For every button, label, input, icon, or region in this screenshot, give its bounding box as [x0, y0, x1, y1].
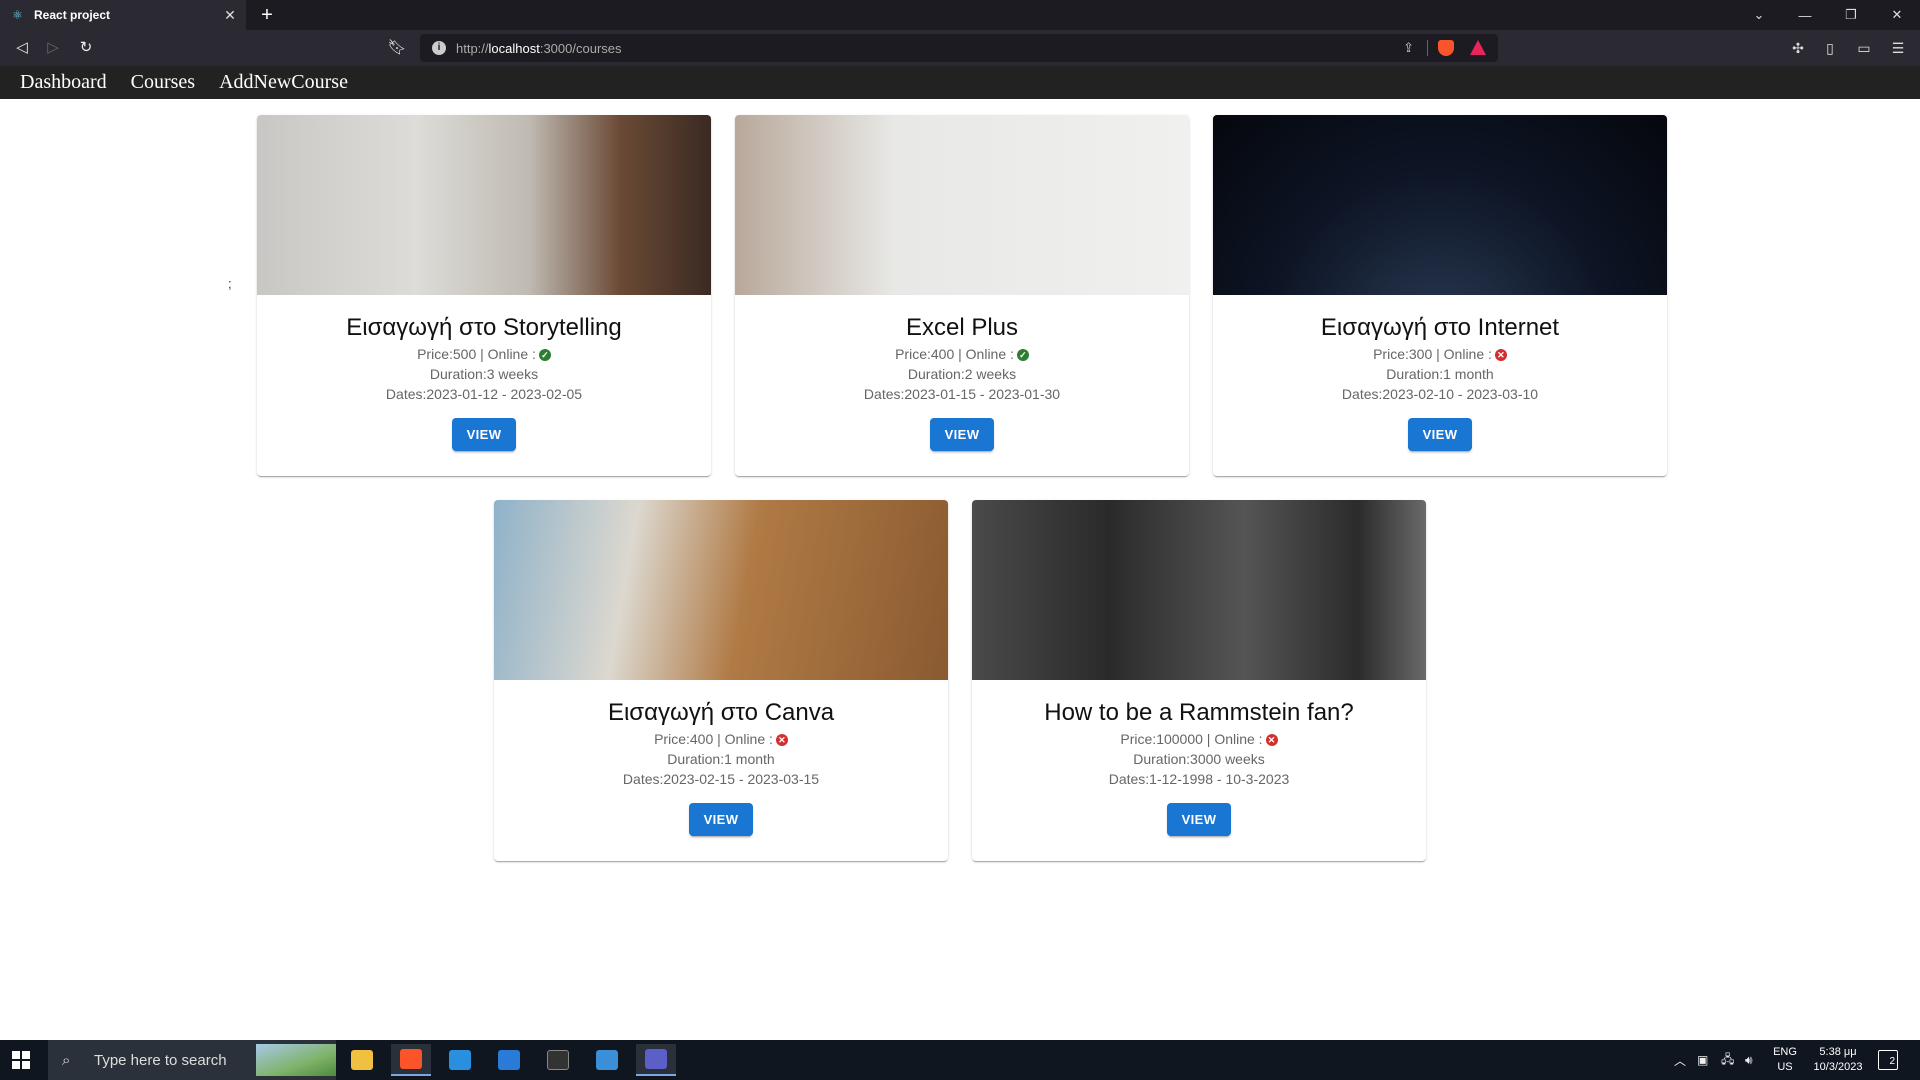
url-scheme: http://: [456, 40, 489, 56]
course-card: How to be a Rammstein fan? Price:100000 …: [972, 500, 1426, 861]
restore-button[interactable]: ❐: [1828, 0, 1874, 30]
back-arrow-icon[interactable]: ◁: [12, 38, 32, 58]
course-duration: Duration:3 weeks: [429, 366, 539, 382]
nav-link-courses[interactable]: Courses: [131, 71, 195, 94]
course-dates: Dates:2023-01-12 - 2023-02-05: [385, 386, 583, 402]
course-duration: Duration:1 month: [667, 751, 775, 767]
file-explorer-icon[interactable]: [342, 1044, 382, 1076]
tab-list-chevron-icon[interactable]: ⌄: [1736, 0, 1782, 30]
url-host: localhost: [488, 40, 540, 56]
reload-icon[interactable]: ↻: [76, 38, 96, 58]
search-placeholder: Type here to search: [94, 1051, 227, 1069]
input-language[interactable]: ENG US: [1771, 1045, 1799, 1075]
check-circle-icon: ✓: [538, 349, 551, 361]
browser-tab-strip: ⚛ React project ✕ + ⌄ — ❐ ✕: [0, 0, 1920, 30]
app-navbar: Dashboard Courses AddNewCourse: [0, 66, 1920, 99]
course-image: [735, 115, 1189, 295]
photos-icon[interactable]: [587, 1044, 627, 1076]
course-dates: Dates:2023-02-10 - 2023-03-10: [1341, 386, 1539, 402]
volume-icon[interactable]: 🔊︎: [1745, 1040, 1753, 1080]
new-tab-button[interactable]: +: [256, 4, 278, 26]
taskbar-clock[interactable]: 5:38 μμ 10/3/2023: [1803, 1045, 1873, 1075]
windows-taskbar: ⌕ Type here to search ︿ ▣ 🖧︎ 🔊︎ ENG US 5:…: [0, 1040, 1920, 1080]
course-card: Εισαγωγή στο Storytelling Price:500 | On…: [257, 115, 711, 476]
view-button[interactable]: VIEW: [452, 418, 516, 451]
course-image: [1213, 115, 1667, 295]
course-dates: Dates:2023-02-15 - 2023-03-15: [622, 771, 820, 787]
tab-title: React project: [34, 8, 111, 22]
course-title: Εισαγωγή στο Storytelling: [346, 314, 622, 341]
course-price-online: Price:400 | Online : ✕: [494, 729, 948, 749]
course-card: Excel Plus Price:400 | Online : ✓ Duratio…: [735, 115, 1189, 476]
taskbar-search-box[interactable]: ⌕ Type here to search: [48, 1040, 336, 1080]
bookmark-icon[interactable]: 🔖︎: [387, 38, 407, 58]
browser-tab[interactable]: ⚛ React project ✕: [0, 0, 246, 30]
course-dates: Dates:1-12-1998 - 10-3-2023: [1108, 771, 1290, 787]
brave-shields-icon[interactable]: [1438, 40, 1454, 56]
course-image: [972, 500, 1426, 680]
address-bar-divider: [1427, 40, 1428, 56]
search-icon: ⌕: [62, 1051, 71, 1069]
sidebar-icon[interactable]: ▯: [1820, 38, 1840, 58]
course-price-online: Price:100000 | Online : ✕: [972, 729, 1426, 749]
network-icon[interactable]: 🖧︎: [1721, 1040, 1734, 1080]
course-title: Εισαγωγή στο Internet: [1320, 314, 1560, 341]
menu-icon[interactable]: ☰: [1888, 38, 1908, 58]
brave-browser-icon[interactable]: [391, 1044, 431, 1076]
forward-arrow-icon[interactable]: ▷: [43, 38, 63, 58]
vscode-icon[interactable]: [440, 1044, 480, 1076]
course-price-online: Price:400 | Online : ✓: [735, 344, 1189, 364]
view-button[interactable]: VIEW: [930, 418, 994, 451]
window-close-button[interactable]: ✕: [1874, 0, 1920, 30]
stray-text: ;: [228, 276, 232, 291]
view-button[interactable]: VIEW: [1167, 803, 1231, 836]
course-price-online: Price:500 | Online : ✓: [257, 344, 711, 364]
course-card: Εισαγωγή στο Canva Price:400 | Online : ✕…: [494, 500, 948, 861]
wallet-icon[interactable]: ▭: [1854, 38, 1874, 58]
browser-toolbar: ◁ ▷ ↻ 🔖︎ i http://localhost:3000/courses…: [0, 30, 1920, 66]
windows-start-icon[interactable]: [12, 1051, 30, 1069]
brave-rewards-icon[interactable]: [1470, 40, 1486, 55]
cancel-circle-icon: ✕: [775, 734, 788, 746]
show-hidden-icons-chevron-icon[interactable]: ︿: [1674, 1040, 1686, 1080]
minimize-button[interactable]: —: [1782, 0, 1828, 30]
course-duration: Duration:2 weeks: [907, 366, 1017, 382]
course-title: Excel Plus: [905, 314, 1019, 341]
cancel-circle-icon: ✕: [1494, 349, 1507, 361]
close-tab-icon[interactable]: ✕: [220, 7, 240, 24]
mail-icon[interactable]: [489, 1044, 529, 1076]
cancel-circle-icon: ✕: [1265, 734, 1278, 746]
course-duration: Duration:1 month: [1386, 366, 1494, 382]
nav-link-add-new-course[interactable]: AddNewCourse: [219, 71, 348, 94]
display-icon[interactable]: ▣: [1697, 1040, 1708, 1080]
course-price-online: Price:300 | Online : ✕: [1213, 344, 1667, 364]
teams-icon[interactable]: [636, 1044, 676, 1076]
course-image: [257, 115, 711, 295]
view-button[interactable]: VIEW: [1408, 418, 1472, 451]
check-circle-icon: ✓: [1016, 349, 1029, 361]
view-button[interactable]: VIEW: [689, 803, 753, 836]
nav-link-dashboard[interactable]: Dashboard: [20, 71, 107, 94]
terminal-icon[interactable]: [538, 1044, 578, 1076]
course-dates: Dates:2023-01-15 - 2023-01-30: [863, 386, 1061, 402]
share-icon[interactable]: ⇪: [1403, 40, 1414, 56]
course-title: How to be a Rammstein fan?: [1044, 699, 1354, 726]
address-bar[interactable]: i http://localhost:3000/courses ⇪: [420, 34, 1498, 62]
react-favicon-icon: ⚛: [12, 8, 23, 22]
notifications-icon[interactable]: 2: [1878, 1050, 1898, 1070]
course-title: Εισαγωγή στο Canva: [607, 699, 835, 726]
url-path: :3000/courses: [539, 40, 622, 56]
search-highlight-image: [256, 1044, 336, 1076]
course-image: [494, 500, 948, 680]
course-card: Εισαγωγή στο Internet Price:300 | Online…: [1213, 115, 1667, 476]
course-duration: Duration:3000 weeks: [1133, 751, 1265, 767]
extensions-icon[interactable]: ✣: [1788, 38, 1808, 58]
site-info-icon[interactable]: i: [432, 41, 446, 55]
